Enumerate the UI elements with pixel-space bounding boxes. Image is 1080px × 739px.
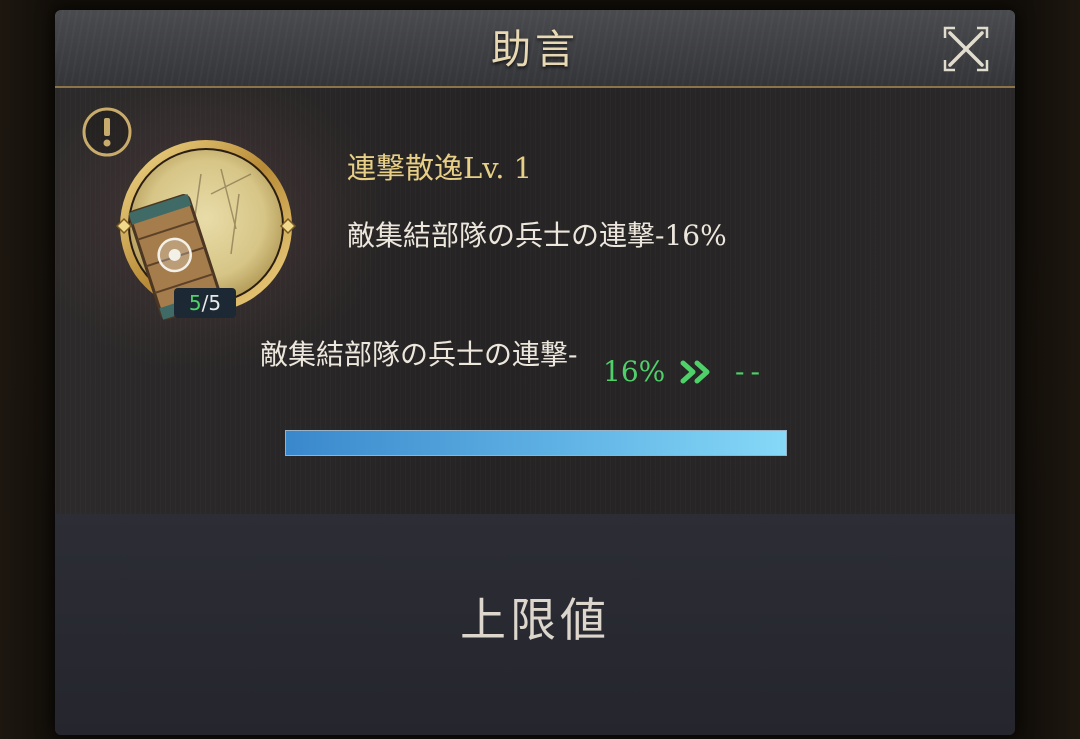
double-chevron-right-icon [680, 360, 710, 384]
close-icon [943, 26, 989, 72]
stat-progress-fill [286, 431, 786, 455]
stat-next-value: -- [735, 355, 766, 388]
skill-level-max: 5 [208, 291, 222, 315]
skill-level-current: 5 [188, 291, 202, 315]
skill-level-badge: 5/5 [174, 288, 236, 318]
skill-description: 敵集結部隊の兵士の連撃-16% [347, 219, 727, 252]
dialog-header: 助言 [55, 10, 1015, 88]
max-level-label: 上限値 [460, 593, 610, 647]
dialog-title: 助言 [491, 27, 579, 73]
advice-dialog: 助言 5/5 連撃散逸Lv. 1 敵集結部隊の兵士の連撃-16% 敵集結部隊の兵… [55, 10, 1015, 735]
skill-name: 連撃散逸Lv. 1 [347, 151, 533, 185]
stat-label: 敵集結部隊の兵士の連撃- [260, 338, 578, 371]
stat-current-value: 16% [603, 355, 666, 388]
stat-progress-bar [285, 430, 787, 456]
close-button[interactable] [941, 24, 991, 74]
